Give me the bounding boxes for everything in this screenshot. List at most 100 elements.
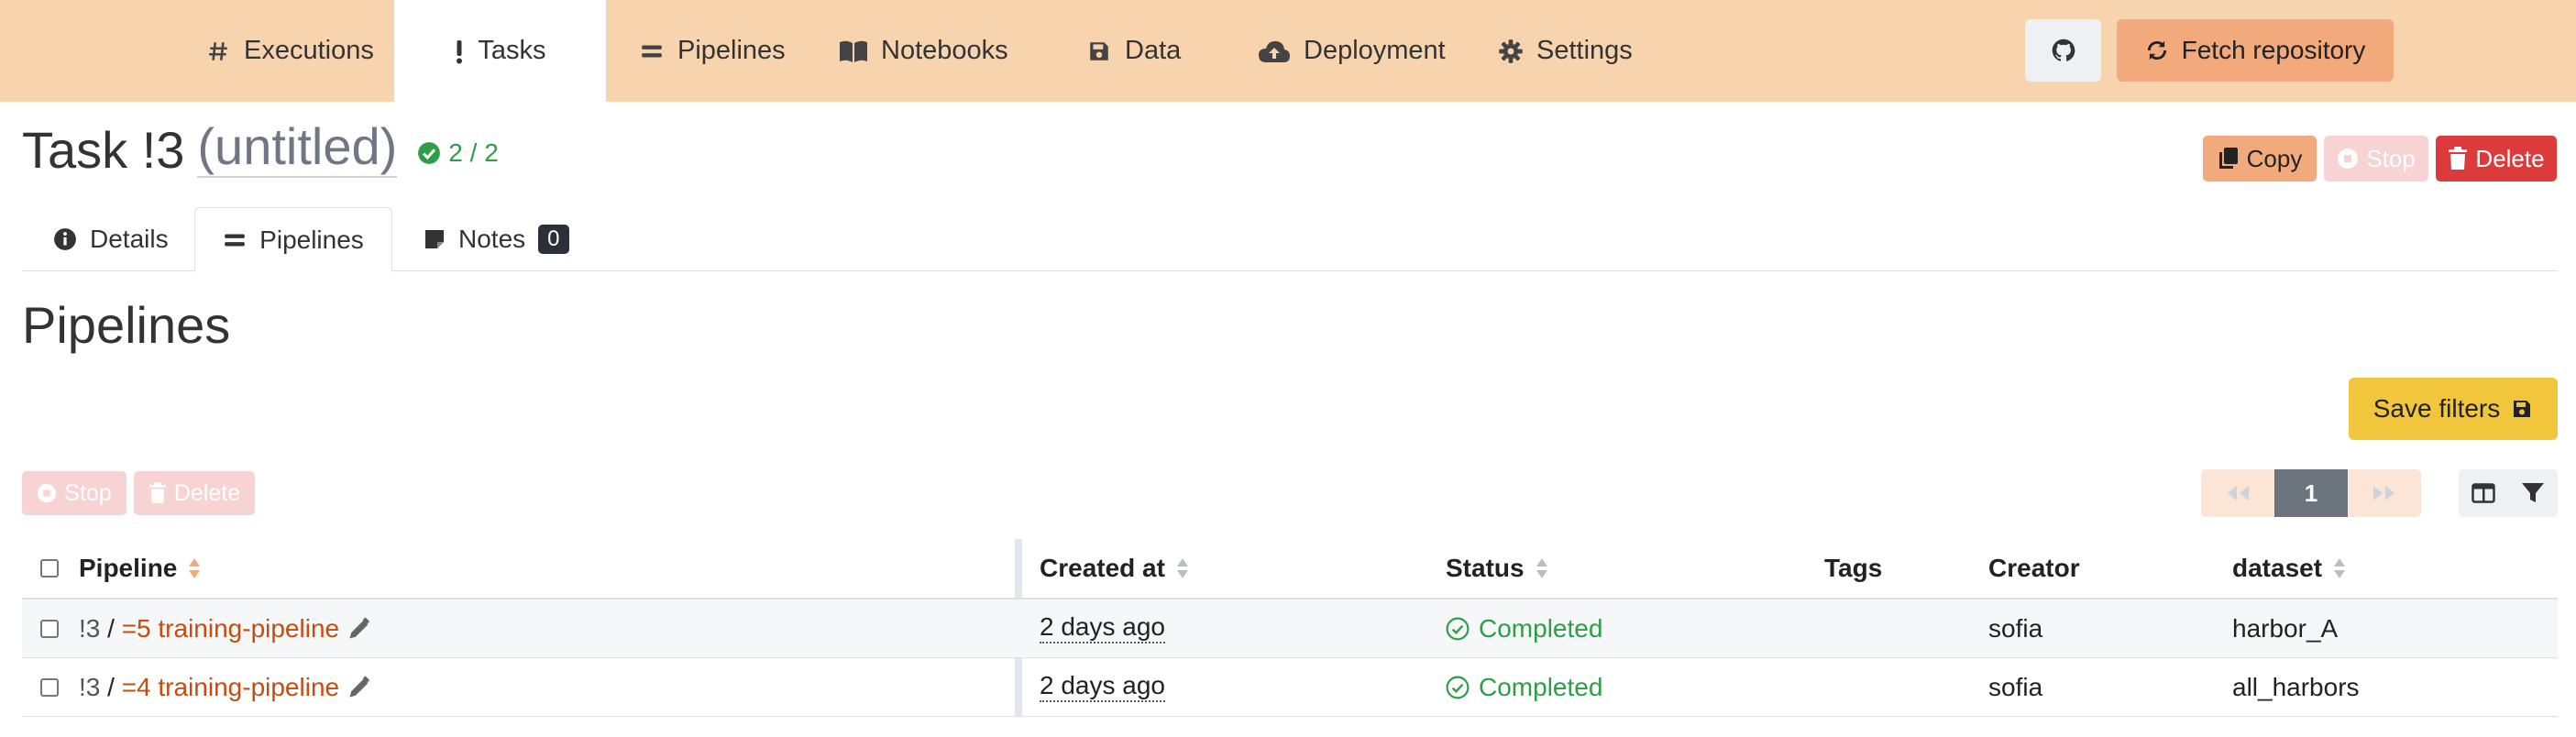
pipeline-cell: !3 / =5 training-pipeline <box>79 600 372 657</box>
creator-cell: sofia <box>1988 672 2043 701</box>
status-label: Completed <box>1479 613 1603 643</box>
nav-settings[interactable]: Settings <box>1498 0 1633 102</box>
nav-deployment[interactable]: Deployment <box>1258 0 1446 102</box>
column-status-label: Status <box>1446 554 1525 582</box>
info-icon <box>53 227 77 251</box>
column-header-dataset[interactable]: dataset <box>2232 539 2346 598</box>
nav-deployment-label: Deployment <box>1304 36 1446 65</box>
column-header-tags: Tags <box>1824 539 1882 598</box>
row-checkbox[interactable] <box>40 619 59 638</box>
task-ref[interactable]: !3 <box>79 673 100 702</box>
stop-circle-icon <box>37 483 57 503</box>
select-all-checkbox[interactable] <box>40 559 59 578</box>
column-dataset-label: dataset <box>2232 554 2323 582</box>
table-header: Pipeline Created at Status Tags Creator … <box>22 539 2558 600</box>
pipelines-table: Pipeline Created at Status Tags Creator … <box>22 539 2558 717</box>
task-tabs: Details Pipelines Notes 0 <box>22 207 2558 272</box>
check-circle-icon <box>417 141 441 165</box>
page-title: Task !3 <box>22 120 185 179</box>
dataset-cell: all_harbors <box>2232 672 2360 701</box>
floppy-icon <box>2511 398 2533 420</box>
pencil-icon[interactable] <box>347 616 372 642</box>
pencil-icon[interactable] <box>347 675 372 700</box>
equals-icon <box>223 228 247 252</box>
sticky-note-icon <box>424 228 446 250</box>
trash-icon <box>2448 147 2468 170</box>
relative-time: 2 days ago <box>1040 671 1165 702</box>
nav-notebooks[interactable]: Notebooks <box>839 0 1008 102</box>
table-tools <box>2459 469 2558 517</box>
status-label: Completed <box>1479 672 1603 701</box>
save-filters-label: Save filters <box>2372 394 2501 423</box>
gear-icon <box>1498 38 1524 64</box>
pipeline-link[interactable]: =5 training-pipeline <box>122 614 339 644</box>
current-page[interactable]: 1 <box>2274 469 2348 517</box>
save-filters-button[interactable]: Save filters <box>2349 378 2558 440</box>
book-icon <box>839 38 868 64</box>
last-page-button[interactable] <box>2348 469 2421 517</box>
section-title: Pipelines <box>22 296 231 354</box>
row-select-cell <box>40 600 59 657</box>
column-created-label: Created at <box>1040 554 1165 582</box>
pipeline-link[interactable]: =4 training-pipeline <box>122 673 339 702</box>
columns-button[interactable] <box>2459 469 2508 517</box>
creator-cell: sofia <box>1988 613 2043 643</box>
nav-executions[interactable]: Executions <box>205 0 374 102</box>
table-row[interactable]: !3 / =5 training-pipeline 2 days ago Com… <box>22 600 2558 658</box>
tab-details[interactable]: Details <box>53 207 169 271</box>
trash-icon <box>149 482 167 504</box>
filter-icon <box>2521 482 2545 504</box>
dataset-cell: harbor_A <box>2232 613 2339 643</box>
fetch-repository-label: Fetch repository <box>2181 36 2366 64</box>
row-checkbox[interactable] <box>40 677 59 697</box>
nav-tasks[interactable]: Tasks <box>394 0 606 102</box>
select-all-cell <box>40 539 59 598</box>
stop-button[interactable]: Stop <box>2324 136 2428 182</box>
task-name-editable[interactable]: (untitled) <box>197 121 398 178</box>
nav-executions-label: Executions <box>244 36 374 65</box>
github-icon <box>2051 38 2076 63</box>
nav-tasks-label: Tasks <box>478 36 546 65</box>
tab-pipelines[interactable]: Pipelines <box>194 207 392 272</box>
cloud-upload-icon <box>1258 38 1291 64</box>
column-tags-label: Tags <box>1824 554 1883 582</box>
column-header-created-at[interactable]: Created at <box>1040 539 1189 598</box>
column-header-pipeline[interactable]: Pipeline <box>79 539 201 598</box>
nav-pipelines-label: Pipelines <box>677 36 786 65</box>
tab-notes-label: Notes <box>458 225 526 253</box>
nav-pipelines[interactable]: Pipelines <box>639 0 786 102</box>
table-row[interactable]: !3 / =4 training-pipeline 2 days ago Com… <box>22 658 2558 717</box>
double-right-icon <box>2371 484 2398 502</box>
status-cell: Completed <box>1446 600 1602 657</box>
first-page-button[interactable] <box>2201 469 2274 517</box>
filter-button[interactable] <box>2508 469 2558 517</box>
bulk-stop-button[interactable]: Stop <box>22 471 127 515</box>
pipeline-cell: !3 / =4 training-pipeline <box>79 658 372 716</box>
completion-count: 2 / 2 <box>448 138 499 167</box>
tab-notes[interactable]: Notes 0 <box>424 207 569 271</box>
tab-details-label: Details <box>90 225 169 253</box>
sort-icon <box>1536 557 1548 579</box>
copy-icon <box>2218 147 2240 170</box>
delete-button[interactable]: Delete <box>2436 136 2557 182</box>
row-select-cell <box>40 658 59 716</box>
nav-data[interactable]: Data <box>1086 0 1181 102</box>
exclamation-icon <box>454 38 465 64</box>
sort-icon <box>1176 557 1189 579</box>
bulk-stop-label: Stop <box>64 479 112 506</box>
fetch-repository-button[interactable]: Fetch repository <box>2117 19 2394 82</box>
relative-time: 2 days ago <box>1040 612 1165 644</box>
bulk-delete-button[interactable]: Delete <box>134 471 255 515</box>
copy-button[interactable]: Copy <box>2203 136 2317 182</box>
sort-icon <box>188 557 201 579</box>
path-separator: / <box>100 613 122 643</box>
column-creator-label: Creator <box>1988 554 2080 582</box>
task-completion-status: 2 / 2 <box>417 138 499 168</box>
task-ref[interactable]: !3 <box>79 614 100 644</box>
github-button[interactable] <box>2025 19 2101 82</box>
task-title-row: Task !3 (untitled) 2 / 2 <box>22 117 499 182</box>
copy-label: Copy <box>2246 144 2303 172</box>
sort-icon <box>2333 557 2346 579</box>
stop-label: Stop <box>2366 144 2416 172</box>
column-header-status[interactable]: Status <box>1446 539 1548 598</box>
